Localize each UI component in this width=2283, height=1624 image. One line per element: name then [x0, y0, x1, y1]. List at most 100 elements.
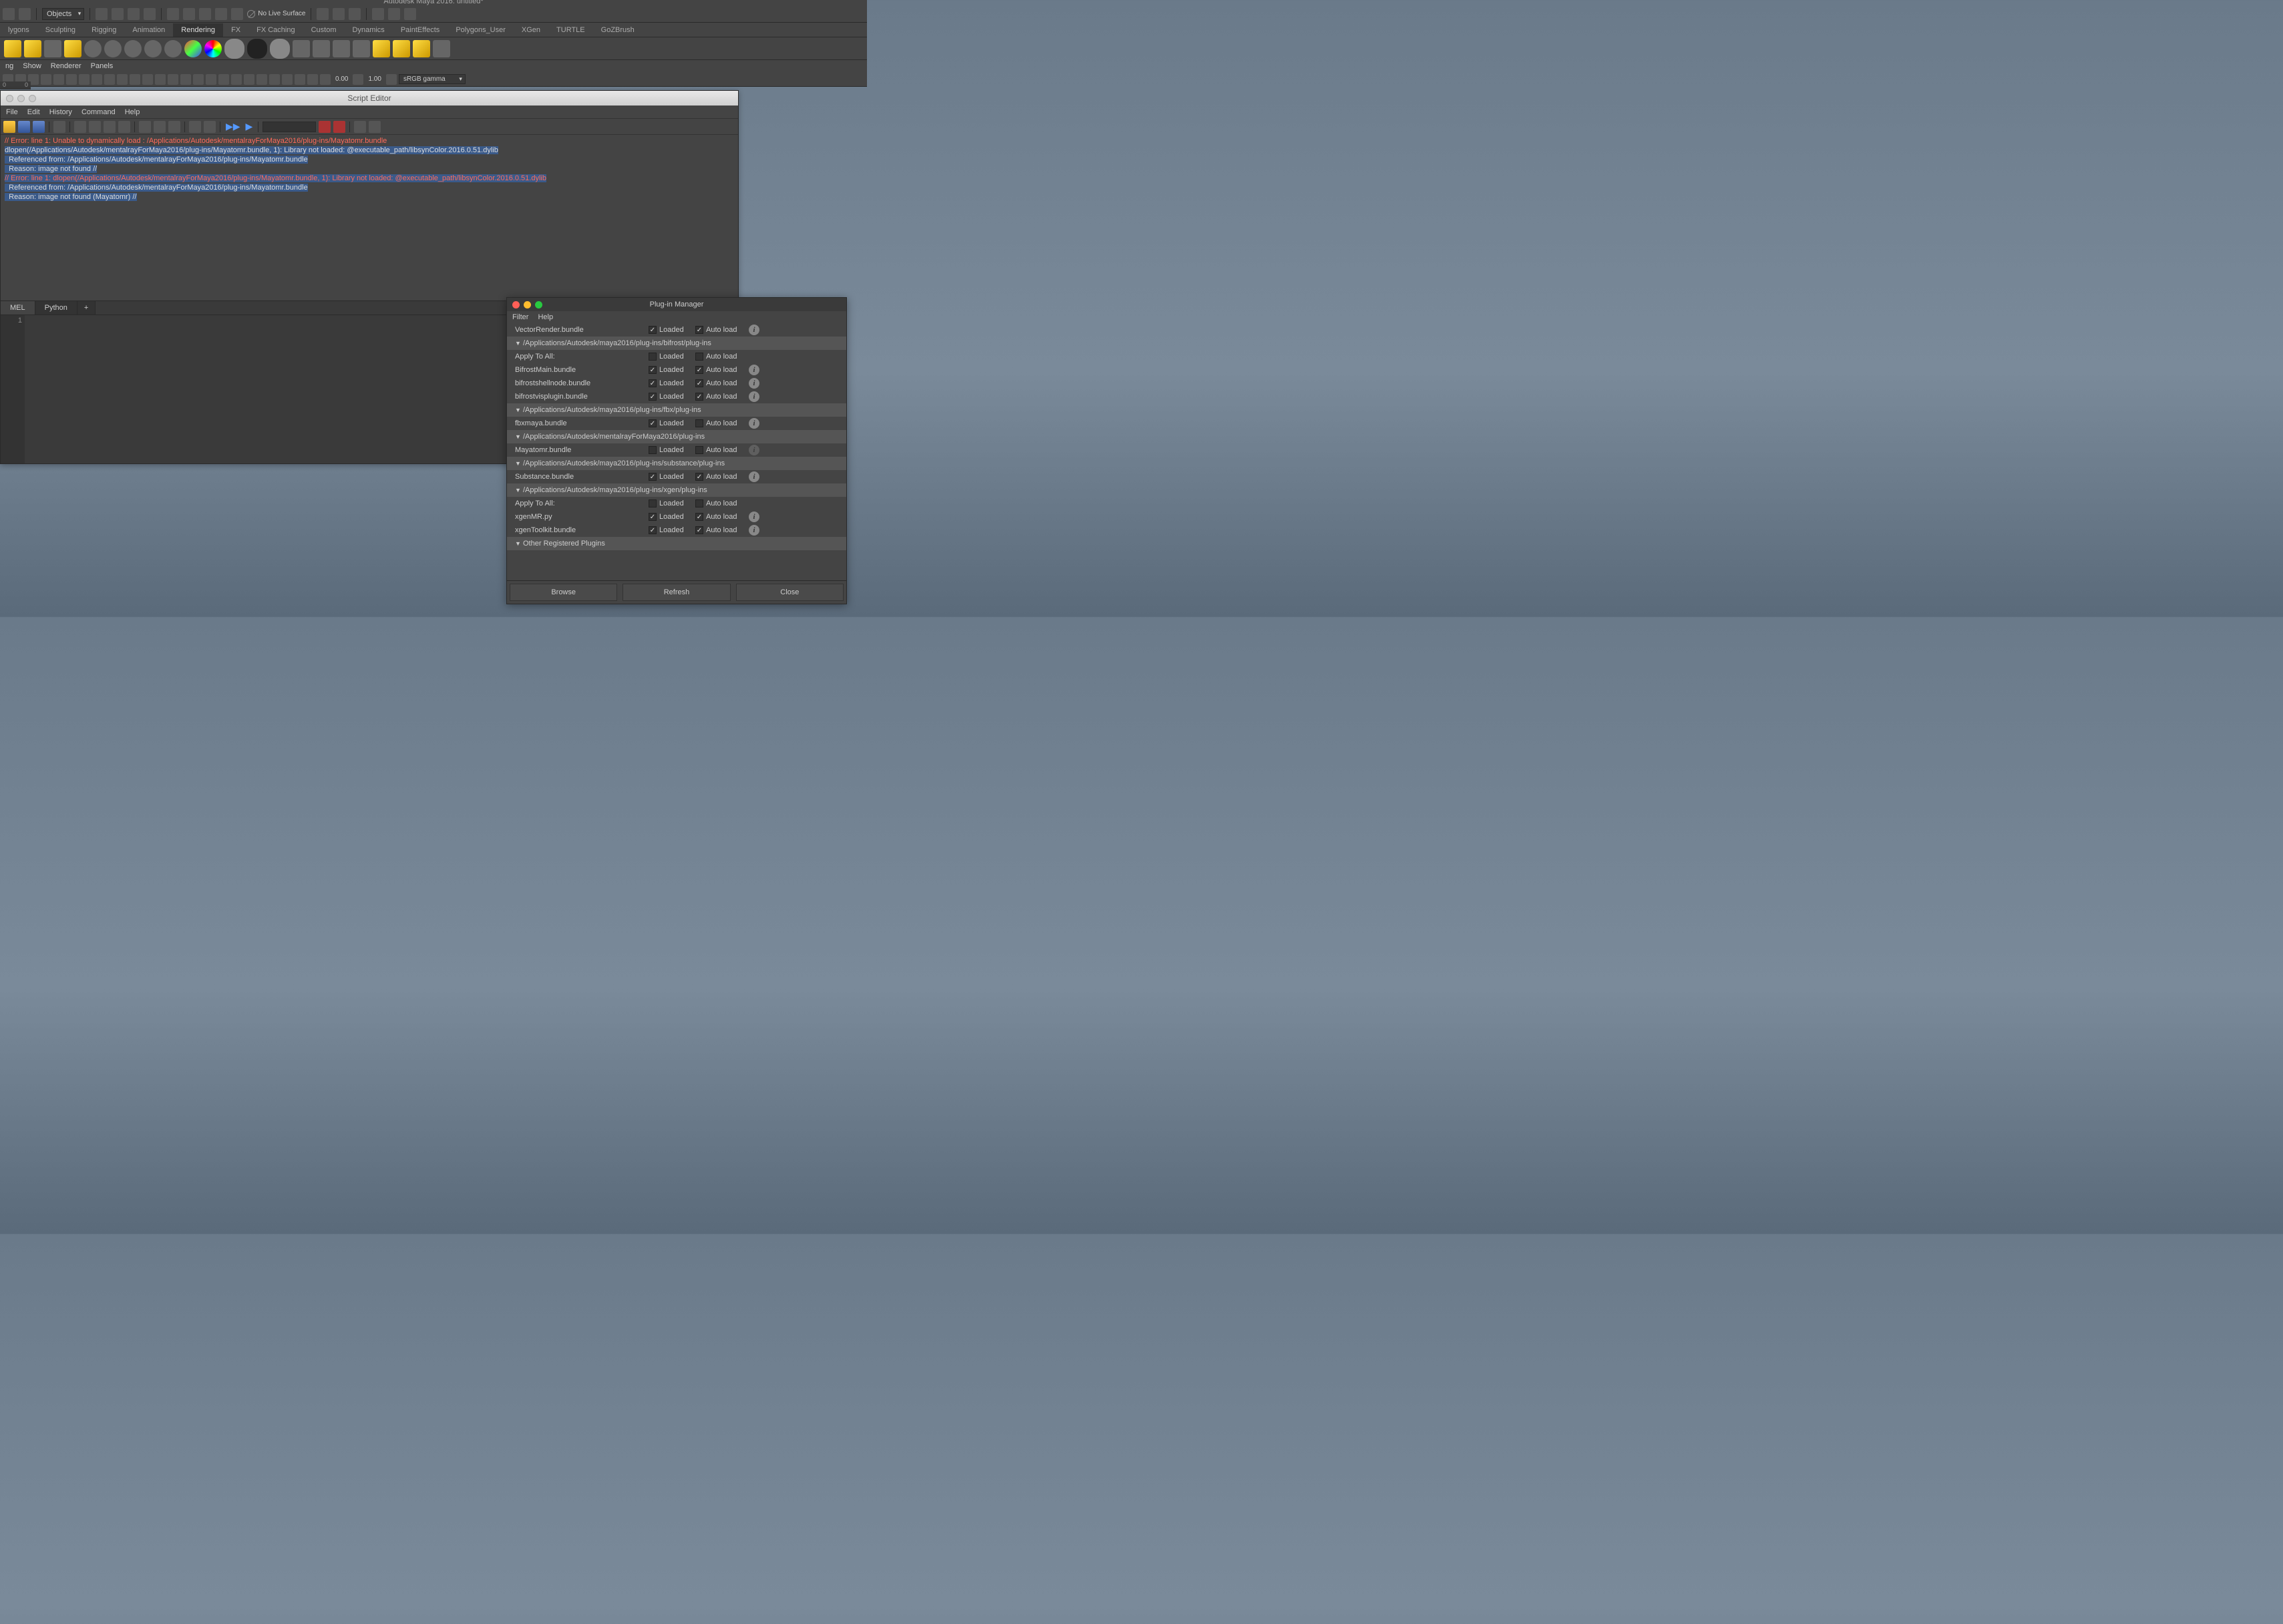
tab-mel[interactable]: MEL [1, 301, 35, 315]
checkbox[interactable] [649, 393, 657, 401]
clear-icon[interactable] [104, 121, 116, 133]
source-icon[interactable] [53, 121, 65, 133]
snap-plane-icon[interactable] [144, 8, 156, 20]
info-icon[interactable]: i [749, 525, 759, 536]
view-icon[interactable] [256, 74, 267, 85]
menu-file[interactable]: File [6, 108, 18, 116]
history-icon[interactable] [215, 8, 227, 20]
ipr-icon[interactable] [44, 40, 61, 57]
shelf-tab-turtle[interactable]: TURTLE [548, 23, 593, 37]
material-sphere-icon[interactable] [84, 40, 102, 57]
plugin-list[interactable]: VectorRender.bundleLoadedAuto loadi▼/App… [507, 323, 846, 580]
view-icon[interactable] [117, 74, 128, 85]
history-icon[interactable] [167, 8, 179, 20]
panel-menu-show[interactable]: Show [23, 62, 41, 70]
goto-icon[interactable] [369, 121, 381, 133]
refresh-button[interactable]: Refresh [623, 584, 730, 601]
view-icon[interactable] [104, 74, 115, 85]
view-icon[interactable] [41, 74, 51, 85]
clapper-icon[interactable] [353, 40, 370, 57]
view-icon[interactable] [180, 74, 191, 85]
info-icon[interactable]: i [749, 365, 759, 375]
checkbox[interactable] [695, 393, 703, 401]
view-icon[interactable] [79, 74, 90, 85]
close-icon[interactable] [512, 301, 520, 309]
info-icon[interactable]: i [749, 391, 759, 402]
shelf-tab-dynamics[interactable]: Dynamics [345, 23, 393, 37]
panel-menu-renderer[interactable]: Renderer [51, 62, 81, 70]
shelf-tab-rendering[interactable]: Rendering [173, 23, 223, 37]
clapper-icon[interactable] [293, 40, 310, 57]
checkbox[interactable] [649, 473, 657, 481]
psd-icon[interactable] [413, 40, 430, 57]
checkbox[interactable] [695, 366, 703, 374]
layout-icon[interactable] [333, 8, 345, 20]
view-icon[interactable] [206, 74, 216, 85]
history-icon[interactable] [231, 8, 243, 20]
checkbox[interactable] [695, 419, 703, 427]
checkbox[interactable] [695, 379, 703, 387]
view-icon[interactable] [53, 74, 64, 85]
close-button[interactable]: Close [736, 584, 844, 601]
view-icon[interactable] [231, 74, 242, 85]
checkbox[interactable] [649, 513, 657, 521]
material-sphere-icon[interactable] [164, 40, 182, 57]
save-icon[interactable] [33, 121, 45, 133]
view-icon[interactable] [282, 74, 293, 85]
section-header[interactable]: ▼Other Registered Plugins [507, 537, 846, 550]
snap-curve-icon[interactable] [112, 8, 124, 20]
ramp-material-icon[interactable] [184, 40, 202, 57]
info-icon[interactable]: i [749, 378, 759, 389]
snap-point-icon[interactable] [128, 8, 140, 20]
snap-grid-icon[interactable] [96, 8, 108, 20]
checkbox[interactable] [649, 526, 657, 534]
window-titlebar[interactable]: Plug-in Manager [507, 298, 846, 311]
checkbox[interactable] [649, 499, 657, 508]
section-header[interactable]: ▼/Applications/Autodesk/mentalrayForMaya… [507, 430, 846, 443]
view-icon[interactable] [320, 74, 331, 85]
info-icon[interactable]: i [749, 445, 759, 455]
redo-icon[interactable] [19, 8, 31, 20]
minimize-icon[interactable] [17, 95, 25, 102]
material-sphere-icon[interactable] [247, 39, 267, 59]
color-icon[interactable] [386, 74, 397, 85]
execute-icon[interactable]: ▶ [244, 121, 254, 132]
render-settings-icon[interactable] [4, 40, 21, 57]
execute-all-icon[interactable]: ▶▶ [224, 121, 242, 132]
checkbox[interactable] [695, 446, 703, 454]
checkbox[interactable] [649, 446, 657, 454]
gamma-icon[interactable] [353, 74, 363, 85]
clear-icon[interactable] [89, 121, 101, 133]
material-sphere-icon[interactable] [104, 40, 122, 57]
checkbox[interactable] [649, 419, 657, 427]
layout-icon[interactable] [349, 8, 361, 20]
history-icon[interactable] [139, 121, 151, 133]
layered-shader-icon[interactable] [204, 40, 222, 57]
checkbox[interactable] [649, 379, 657, 387]
shelf-tab-fx[interactable]: FX [223, 23, 248, 37]
script-output[interactable]: // Error: line 1: Unable to dynamically … [1, 135, 738, 300]
checkbox[interactable] [649, 326, 657, 334]
close-icon[interactable] [6, 95, 13, 102]
shelf-tab-xgen[interactable]: XGen [514, 23, 548, 37]
section-header[interactable]: ▼/Applications/Autodesk/maya2016/plug-in… [507, 457, 846, 470]
goto-icon[interactable] [354, 121, 366, 133]
batch-render-icon[interactable] [64, 40, 81, 57]
section-header[interactable]: ▼/Applications/Autodesk/maya2016/plug-in… [507, 483, 846, 497]
material-sphere-icon[interactable] [224, 39, 244, 59]
shelf-tab-sculpting[interactable]: Sculpting [37, 23, 83, 37]
shelf-tab-gozbrush[interactable]: GoZBrush [593, 23, 643, 37]
shelf-tab-lygons[interactable]: lygons [0, 23, 37, 37]
view-icon[interactable] [155, 74, 166, 85]
shelf-tab-painteffects[interactable]: PaintEffects [393, 23, 448, 37]
info-icon[interactable]: i [749, 418, 759, 429]
search-input[interactable] [262, 122, 316, 132]
shelf-tab-polygons_user[interactable]: Polygons_User [448, 23, 514, 37]
view-icon[interactable] [142, 74, 153, 85]
view-icon[interactable] [193, 74, 204, 85]
panel-menu-panels[interactable]: Panels [91, 62, 114, 70]
color-space-dropdown[interactable]: sRGB gamma [399, 74, 466, 84]
menu-filter[interactable]: Filter [512, 313, 528, 321]
view-icon[interactable] [92, 74, 102, 85]
shelf-tab-custom[interactable]: Custom [303, 23, 345, 37]
